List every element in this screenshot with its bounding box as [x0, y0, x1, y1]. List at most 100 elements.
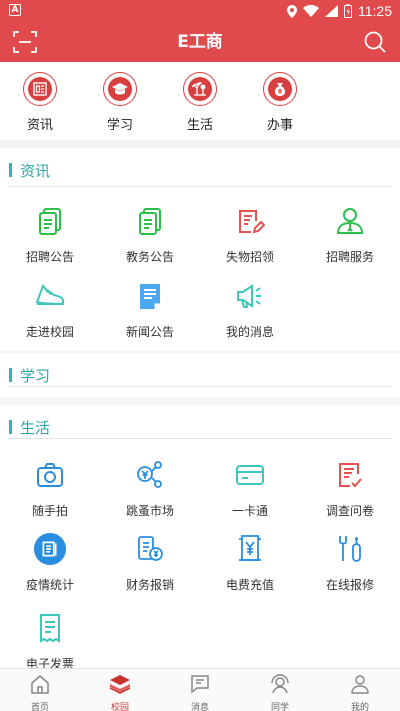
section-marker	[9, 368, 12, 382]
tab-profile[interactable]: 我的	[320, 669, 400, 711]
grid-item-recruitment-notice[interactable]: 招聘公告	[0, 204, 100, 265]
market-icon	[137, 461, 162, 488]
grid-item-e-invoice[interactable]: 电子发票	[0, 611, 100, 672]
tab-label: 同学	[270, 703, 289, 711]
spacer	[0, 140, 400, 148]
section-title: 生活	[20, 419, 51, 437]
category-label: 资讯	[26, 118, 53, 133]
category-label: 办事	[266, 118, 293, 133]
grid-item-epidemic-statistics[interactable]: 疫情统计	[0, 532, 100, 593]
grid-item-recruitment-service[interactable]: 招聘服务	[300, 204, 400, 265]
grid-item-academic-notice[interactable]: 教务公告	[100, 204, 200, 265]
status-bar: A 11:25	[0, 0, 400, 22]
document-icon	[39, 208, 61, 235]
repair-tools-icon	[339, 536, 361, 562]
edit-document-icon	[239, 210, 265, 234]
grid-item-my-messages[interactable]: 我的消息	[200, 279, 300, 340]
document-icon	[139, 208, 161, 235]
grid-item-survey[interactable]: 调查问卷	[300, 458, 400, 519]
tab-label: 首页	[30, 703, 49, 711]
study-grid	[0, 387, 400, 397]
money-bag-icon	[275, 82, 285, 96]
grid-item-online-repair[interactable]: 在线报修	[300, 532, 400, 593]
grid-item-news-notice[interactable]: 新闻公告	[100, 279, 200, 340]
home-icon	[31, 675, 49, 694]
graduation-cap-icon	[112, 83, 128, 95]
app-screen: A 11:25 E工商 资讯 学习 生活 办事 资讯 招聘公告 教务公告 失物招…	[0, 0, 400, 711]
grid-item-electricity-recharge[interactable]: 电费充值	[200, 532, 300, 593]
grid-item-label: 新闻公告	[125, 325, 174, 339]
grid-item-reimbursement[interactable]: 财务报销	[100, 532, 200, 593]
sneaker-icon	[35, 283, 64, 306]
bottom-tab-bar: 首页 校园 消息 同学 我的	[0, 668, 400, 711]
section-title: 学习	[20, 367, 51, 385]
category-life[interactable]: 生活	[170, 72, 230, 133]
search-button[interactable]	[362, 29, 388, 55]
campus-stack-icon	[109, 675, 131, 694]
profile-icon	[351, 675, 369, 694]
grid-item-campus-tour[interactable]: 走进校园	[0, 279, 100, 340]
notification-badge-icon: A	[9, 4, 21, 16]
grid-item-label: 调查问卷	[325, 504, 374, 518]
grid-item-label: 在线报修	[325, 578, 374, 592]
grid-item-label: 失物招领	[225, 250, 274, 264]
search-icon	[364, 31, 386, 53]
app-title: E工商	[177, 32, 223, 52]
reimbursement-icon	[138, 536, 163, 561]
grid-item-label: 疫情统计	[25, 578, 74, 592]
invoice-icon	[40, 614, 60, 643]
grid-item-campus-card[interactable]: 一卡通	[200, 458, 300, 519]
wifi-icon	[303, 5, 319, 17]
article-icon	[140, 284, 160, 309]
category-label: 学习	[106, 118, 133, 133]
grid-item-flea-market[interactable]: 跳蚤市场	[100, 458, 200, 519]
category-label: 生活	[186, 118, 213, 133]
grid-item-label: 我的消息	[225, 325, 274, 339]
grid-item-label: 一卡通	[231, 504, 268, 518]
signal-icon	[325, 5, 338, 17]
spacer	[0, 397, 400, 405]
battery-icon	[344, 4, 352, 18]
grid-item-label: 随手拍	[31, 504, 68, 518]
top-categories: 资讯 学习 生活 办事	[0, 62, 400, 140]
grid-item-label: 走进校园	[25, 325, 74, 339]
tab-label: 我的	[350, 703, 369, 711]
news-grid: 招聘公告 教务公告 失物招领 招聘服务 走进校园 新闻公告 我的消息	[0, 187, 400, 351]
person-icon	[336, 208, 364, 234]
electricity-bill-icon	[239, 535, 261, 561]
location-icon	[287, 4, 297, 18]
tab-messages[interactable]: 消息	[160, 669, 240, 711]
statistics-icon	[33, 532, 67, 566]
grid-item-label: 电费充值	[225, 578, 274, 592]
life-icon	[192, 82, 206, 96]
section-marker	[9, 420, 12, 434]
tab-classmates[interactable]: 同学	[240, 669, 320, 711]
card-icon	[236, 465, 264, 485]
classmates-icon	[271, 674, 289, 694]
grid-item-label: 招聘服务	[325, 250, 374, 264]
grid-item-label: 教务公告	[125, 250, 174, 264]
section-marker	[9, 163, 12, 177]
tab-label: 校园	[110, 703, 129, 711]
category-study[interactable]: 学习	[90, 72, 150, 133]
life-grid: 随手拍 跳蚤市场 一卡通 调查问卷 疫情统计 财务报销 电费充值 在线报修 电子…	[0, 439, 400, 671]
grid-item-lost-and-found[interactable]: 失物招领	[200, 204, 300, 265]
tab-home[interactable]: 首页	[0, 669, 80, 711]
grid-item-snapshot[interactable]: 随手拍	[0, 458, 100, 519]
category-news[interactable]: 资讯	[10, 72, 70, 133]
grid-item-label: 招聘公告	[25, 250, 74, 264]
section-title: 资讯	[20, 162, 51, 180]
survey-icon	[339, 463, 362, 488]
section-header-news: 资讯	[0, 148, 400, 190]
status-time: 11:25	[358, 3, 392, 19]
grid-item-label: 跳蚤市场	[125, 504, 174, 518]
news-icon	[33, 82, 47, 96]
grid-item-label: 财务报销	[125, 578, 174, 592]
megaphone-icon	[237, 284, 261, 308]
tab-label: 消息	[190, 703, 209, 711]
tab-campus[interactable]: 校园	[80, 669, 160, 711]
camera-icon	[37, 463, 63, 487]
category-affairs[interactable]: 办事	[250, 72, 310, 133]
app-bar: E工商	[0, 22, 400, 62]
message-icon	[191, 675, 209, 694]
